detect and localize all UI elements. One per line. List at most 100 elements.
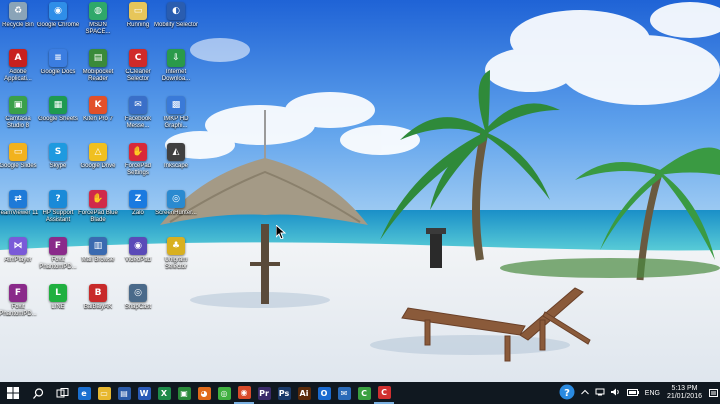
camtasia-recorder-icon[interactable]: C <box>354 382 374 404</box>
desktop-icon[interactable]: ⇩ Internet Downloa... <box>156 49 196 93</box>
desktop-icon-label: Unigram Selector <box>164 257 188 270</box>
volume-icon[interactable] <box>608 388 624 398</box>
folder-icon: ▭ <box>129 2 147 20</box>
desktop-icon[interactable]: S Skype <box>38 143 78 187</box>
taskbar-pinned-apps: e ▭ ▤ W X ▣ ◕ ◎ ◉ Pr Ps Ai O ✉ C C <box>74 382 394 404</box>
desktop-icon[interactable]: ▩ IMKP HD Graphi... <box>156 96 196 140</box>
drive-icon: △ <box>89 143 107 161</box>
desktop-icon[interactable]: ◉ VideoPad <box>118 237 158 281</box>
file-explorer-icon[interactable]: ▭ <box>94 382 114 404</box>
word-icon[interactable]: W <box>134 382 154 404</box>
desktop-icon-label: Google Docs <box>40 69 76 75</box>
desktop-icon-label: BaiBaiyAK <box>83 304 113 310</box>
action-center-icon[interactable] <box>706 382 720 404</box>
desktop-icon[interactable]: ✋ ForcePad Blue Blade <box>78 190 118 234</box>
desktop-icon[interactable]: △ Google Drive <box>78 143 118 187</box>
chrome-taskbar-icon[interactable]: ◉ <box>234 382 254 404</box>
baibai-icon: B <box>89 284 107 302</box>
desktop-icon[interactable]: F Foxit PhantomPD... <box>0 284 38 328</box>
photoshop-icon[interactable]: Ps <box>274 382 294 404</box>
outlook-icon[interactable]: O <box>314 382 334 404</box>
desktop-icon[interactable]: ♻ Recycle Bin <box>0 2 38 46</box>
battery-icon[interactable] <box>624 388 642 398</box>
desktop-icon-label: Google Sheets <box>38 116 78 122</box>
premiere-icon[interactable]: Pr <box>254 382 274 404</box>
hp-support-icon: ? <box>49 190 67 208</box>
desktop-icon-label: Kiten Pro 7 <box>83 116 113 122</box>
search-icon[interactable] <box>26 382 50 404</box>
windows-start-icon[interactable] <box>0 382 26 404</box>
chrome-icon: ◉ <box>49 2 67 20</box>
camtasia-icon: ▣ <box>9 96 27 114</box>
desktop-icon[interactable]: F Foxit PhantomPD... <box>38 237 78 281</box>
mobility-icon: ◐ <box>167 2 185 20</box>
recycle-bin-icon: ♻ <box>9 2 27 20</box>
desktop-icon-label: Camtasia Studio 8 <box>5 116 31 129</box>
desktop-icon-label: Google Slides <box>0 163 37 169</box>
desktop-icon[interactable]: ✉ Facebook Messe... <box>118 96 158 140</box>
camtasia-taskbar-icon[interactable]: ▣ <box>174 382 194 404</box>
teamviewer-icon: ⇄ <box>9 190 27 208</box>
desktop-icon[interactable]: ◭ Inkscape <box>156 143 196 187</box>
aimplayer-icon: ⋈ <box>9 237 27 255</box>
desktop-icon[interactable]: Z Zalo <box>118 190 158 234</box>
desktop-icon-label: SnapCast <box>124 304 152 310</box>
illustrator-icon-glyph: Ai <box>297 386 311 400</box>
desktop-icon[interactable]: ▭ Running <box>118 2 158 46</box>
task-view-icon[interactable] <box>50 382 74 404</box>
illustrator-icon[interactable]: Ai <box>294 382 314 404</box>
edge-icon[interactable]: e <box>74 382 94 404</box>
word-icon-glyph: W <box>137 386 151 400</box>
desktop-icon[interactable]: ◎ SnapCast <box>118 284 158 328</box>
chevron-up-icon[interactable] <box>578 389 592 397</box>
desktop-icon[interactable]: ✋ ForcePad Settings <box>118 143 158 187</box>
desktop-icon[interactable]: L LINE <box>38 284 78 328</box>
desktop-icon[interactable]: ◎ ScreenHunter... <box>155 190 197 234</box>
desktop-icon[interactable]: ? HP Support Assistant <box>38 190 78 234</box>
mouse-cursor-icon <box>276 225 286 239</box>
desktop-icon[interactable]: ▦ Google Sheets <box>38 96 78 140</box>
desktop-icon[interactable]: ▤ Mobipocket Reader <box>78 49 118 93</box>
desktop-icon[interactable]: B BaiBaiyAK <box>78 284 118 328</box>
desktop-icon[interactable]: A Adobe Applicati... <box>0 49 38 93</box>
store-icon[interactable]: ▤ <box>114 382 134 404</box>
ccleaner-taskbar-icon[interactable]: C <box>374 382 394 404</box>
excel-icon[interactable]: X <box>154 382 174 404</box>
desktop-icon[interactable]: ▭ Google Slides <box>0 143 38 187</box>
excel-icon-glyph: X <box>157 386 171 400</box>
unigram-icon: ♣ <box>167 237 185 255</box>
desktop-icon-label: Recycle Bin <box>2 22 34 28</box>
desktop-icon[interactable]: ◍ MSDN SPACE... <box>78 2 118 46</box>
desktop-icon[interactable]: ⋈ AimPlayer <box>0 237 38 281</box>
360-icon-glyph: ◎ <box>217 386 231 400</box>
reader-icon: ▤ <box>89 49 107 67</box>
desktop-icon[interactable]: ⇄ TeamViewer 11 <box>0 190 38 234</box>
mail-icon-glyph: ✉ <box>337 386 351 400</box>
messenger-icon: ✉ <box>129 96 147 114</box>
firefox-icon[interactable]: ◕ <box>194 382 214 404</box>
sheets-icon: ▦ <box>49 96 67 114</box>
desktop-icon-label: Google Drive <box>80 163 116 169</box>
desktop-icon-label: Internet Downloa... <box>161 69 191 82</box>
mail-icon[interactable]: ✉ <box>334 382 354 404</box>
help-icon[interactable]: ? <box>556 384 578 402</box>
desktop-icon[interactable]: K Kiten Pro 7 <box>78 96 118 140</box>
clock-time: 5:13 PM <box>671 385 698 392</box>
desktop-icon[interactable]: ▥ Mail Browse <box>78 237 118 281</box>
desktop-icon[interactable]: ♣ Unigram Selector <box>156 237 196 281</box>
file-explorer-icon-glyph: ▭ <box>97 386 111 400</box>
desktop-icon[interactable]: ◐ Mobility Selector <box>154 2 198 46</box>
desktop-icon-label: HP Support Assistant <box>42 210 74 223</box>
desktop-icon-label: Adobe Applicati... <box>4 69 32 82</box>
desktop-icon[interactable]: C CCleaner Selector <box>118 49 158 93</box>
desktop-icon[interactable]: ▣ Camtasia Studio 8 <box>0 96 38 140</box>
taskbar-clock[interactable]: 5:13 PM 21/01/2016 <box>663 385 706 401</box>
360-icon[interactable]: ◎ <box>214 382 234 404</box>
desktop-icon-label: IMKP HD Graphi... <box>163 116 189 129</box>
desktop-icon-label: Foxit PhantomPD... <box>0 304 37 317</box>
desktop-icon[interactable]: ≡ Google Docs <box>38 49 78 93</box>
desktop-icon-label: TeamViewer 11 <box>0 210 39 216</box>
desktop-icon[interactable]: ◉ Google Chrome <box>37 2 79 46</box>
network-icon[interactable] <box>592 388 608 398</box>
input-language[interactable]: ENG <box>642 390 663 397</box>
